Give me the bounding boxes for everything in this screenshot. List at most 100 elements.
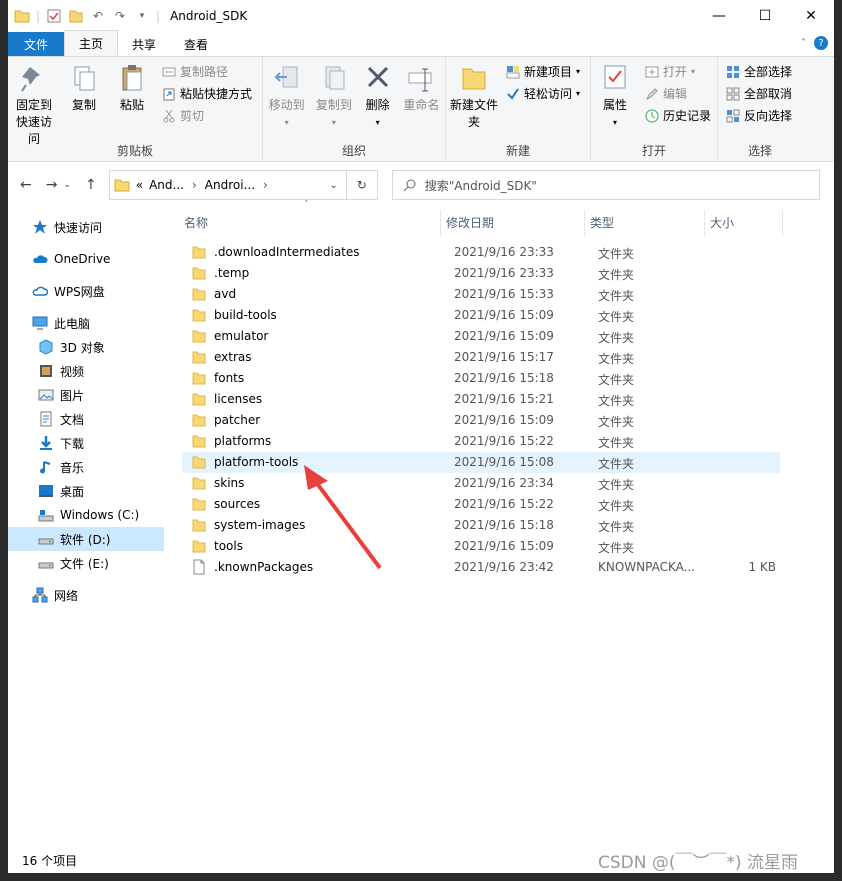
edit-button[interactable]: 编辑 xyxy=(645,85,711,102)
search-icon xyxy=(403,179,416,192)
rename-label: 重命名 xyxy=(403,98,440,112)
separator: | xyxy=(156,9,161,23)
breadcrumb-chevron-icon[interactable]: › xyxy=(192,178,197,192)
paste-icon xyxy=(122,65,142,91)
folder-icon xyxy=(14,8,30,24)
properties-icon xyxy=(604,65,626,89)
csdn-watermark: CSDN @(￣︶￣*) 流星雨 xyxy=(598,853,799,873)
open-label: 打开 xyxy=(663,65,688,79)
history-button[interactable]: 历史记录 xyxy=(645,107,711,124)
rename-icon xyxy=(408,68,432,92)
pin-icon xyxy=(21,67,40,92)
open-group: 属性 ▾ 打开 ▾ 编辑 历史记录 打开 xyxy=(591,57,718,161)
title-bar: | ↶ ↷ ▾ | Android_SDK — ☐ ✕ xyxy=(8,0,834,32)
move-to-icon xyxy=(274,66,298,88)
invert-selection-label: 反向选择 xyxy=(744,109,793,123)
organize-group: 移动到 ▾ 复制到 ▾ 删除 ▾ 重命名 组织 xyxy=(263,57,446,161)
tab-file[interactable]: 文件 xyxy=(8,32,64,56)
select-none-button[interactable]: 全部取消 xyxy=(726,85,792,102)
easy-access-button[interactable]: 轻松访问 ▾ xyxy=(506,85,580,102)
invert-selection-button[interactable]: 反向选择 xyxy=(726,107,792,124)
organize-group-label: 组织 xyxy=(341,144,366,158)
clipboard-group-label: 剪贴板 xyxy=(116,144,153,158)
open-dropdown-icon: ▾ xyxy=(691,67,696,76)
new-item-icon xyxy=(506,65,520,78)
folder-icon xyxy=(114,179,130,192)
minimize-button[interactable]: — xyxy=(696,0,742,32)
properties-dropdown-icon: ▾ xyxy=(612,118,617,127)
new-item-label: 新建项目 xyxy=(524,65,573,79)
ribbon: 固定到快速访问 复制 粘贴 复制路径 粘贴快捷方式 剪切 剪贴板 移动到 ▾ 复… xyxy=(8,57,834,162)
select-group: 全部选择 全部取消 反向选择 选择 xyxy=(718,57,802,161)
search-box[interactable]: 搜索"Android_SDK" xyxy=(391,170,820,200)
search-placeholder: 搜索"Android_SDK" xyxy=(424,178,537,193)
properties-icon[interactable] xyxy=(46,8,62,24)
paste-shortcut-icon xyxy=(163,88,175,100)
maximize-button[interactable]: ☐ xyxy=(742,0,788,32)
recent-locations-icon[interactable]: ⌄ xyxy=(63,180,71,193)
new-folder-label: 新建文件夹 xyxy=(450,98,499,129)
breadcrumb-chevron-icon[interactable]: › xyxy=(263,178,268,192)
copy-icon xyxy=(74,66,95,91)
refresh-icon: ↻ xyxy=(356,178,367,192)
forward-arrow-icon[interactable]: → xyxy=(46,177,58,193)
close-button[interactable]: ✕ xyxy=(788,0,834,32)
refresh-button[interactable]: ↻ xyxy=(346,170,378,200)
breadcrumb-item[interactable]: Androi... xyxy=(205,178,255,192)
new-folder-icon xyxy=(462,68,486,90)
select-none-label: 全部取消 xyxy=(744,87,793,101)
select-all-button[interactable]: 全部选择 xyxy=(726,63,792,80)
quick-access-toolbar: | ↶ ↷ ▾ | xyxy=(8,8,160,24)
paste-shortcut-button[interactable]: 粘贴快捷方式 xyxy=(162,85,252,102)
open-button[interactable]: 打开 ▾ xyxy=(645,63,711,80)
tab-view[interactable]: 查看 xyxy=(170,32,222,56)
select-group-label: 选择 xyxy=(747,144,772,158)
open-group-label: 打开 xyxy=(641,144,666,158)
address-dropdown-icon[interactable]: ⌄ xyxy=(329,180,337,191)
easy-access-label: 轻松访问 xyxy=(524,87,573,101)
cut-button[interactable]: 剪切 xyxy=(162,107,252,124)
annotation-arrow xyxy=(304,465,382,570)
copy-to-dropdown-icon: ▾ xyxy=(331,118,336,127)
invert-selection-icon xyxy=(726,109,740,122)
back-arrow-icon[interactable]: ← xyxy=(20,177,32,193)
history-icon xyxy=(645,109,659,122)
undo-icon[interactable]: ↶ xyxy=(90,8,106,24)
select-all-icon xyxy=(727,65,739,78)
navigation-buttons: ← → ⌄ ↑ xyxy=(8,177,97,193)
move-to-dropdown-icon: ▾ xyxy=(284,118,289,127)
edit-label: 编辑 xyxy=(663,87,688,101)
tab-home[interactable]: 主页 xyxy=(64,30,119,56)
copy-to-label: 复制到 xyxy=(315,98,352,112)
address-box[interactable]: « And... › Androi... › ⌄ xyxy=(108,170,347,200)
clipboard-group: 固定到快速访问 复制 粘贴 复制路径 粘贴快捷方式 剪切 剪贴板 xyxy=(8,57,263,161)
ribbon-tabs: 文件 主页 共享 查看 ˄ ? xyxy=(8,30,834,57)
cut-label: 剪切 xyxy=(180,109,205,123)
new-folder-icon[interactable] xyxy=(68,8,84,24)
address-bar-row: ← → ⌄ ↑ « And... › Androi... › ⌄ ↻ 搜索"An… xyxy=(8,162,834,208)
move-to-label: 移动到 xyxy=(268,98,305,112)
customize-dropdown-icon[interactable]: ▾ xyxy=(134,8,150,24)
new-group-label: 新建 xyxy=(505,144,530,158)
file-explorer-window: | ↶ ↷ ▾ | Android_SDK — ☐ ✕ 文件 主页 共享 查看 … xyxy=(8,0,834,873)
new-group: 新建文件夹 新建项目 ▾ 轻松访问 ▾ 新建 xyxy=(446,57,591,161)
collapse-ribbon-icon[interactable]: ˄ xyxy=(801,38,806,49)
delete-label: 删除 xyxy=(365,98,390,112)
breadcrumb-overflow[interactable]: « xyxy=(136,178,143,192)
delete-dropdown-icon: ▾ xyxy=(375,118,380,127)
paste-shortcut-label: 粘贴快捷方式 xyxy=(180,87,253,101)
new-item-button[interactable]: 新建项目 ▾ xyxy=(506,63,580,80)
new-item-dropdown-icon: ▾ xyxy=(576,67,581,76)
pin-label: 固定到快速访问 xyxy=(15,98,52,146)
status-item-count: 16 个项目 xyxy=(22,854,78,868)
redo-icon[interactable]: ↷ xyxy=(112,8,128,24)
properties-label: 属性 xyxy=(602,98,627,112)
breadcrumb-item[interactable]: And... xyxy=(149,178,184,192)
copy-path-button[interactable]: 复制路径 xyxy=(162,63,252,80)
tab-share[interactable]: 共享 xyxy=(118,32,170,56)
content-area: 快速访问 OneDrive WPS网盘 此电脑 3D 对象 视频 图片 文档 下载 音乐 桌面 Win… xyxy=(8,200,834,873)
history-label: 历史记录 xyxy=(663,109,712,123)
up-arrow-icon[interactable]: ↑ xyxy=(85,177,97,193)
help-icon[interactable]: ? xyxy=(814,36,828,50)
open-icon xyxy=(645,66,659,77)
